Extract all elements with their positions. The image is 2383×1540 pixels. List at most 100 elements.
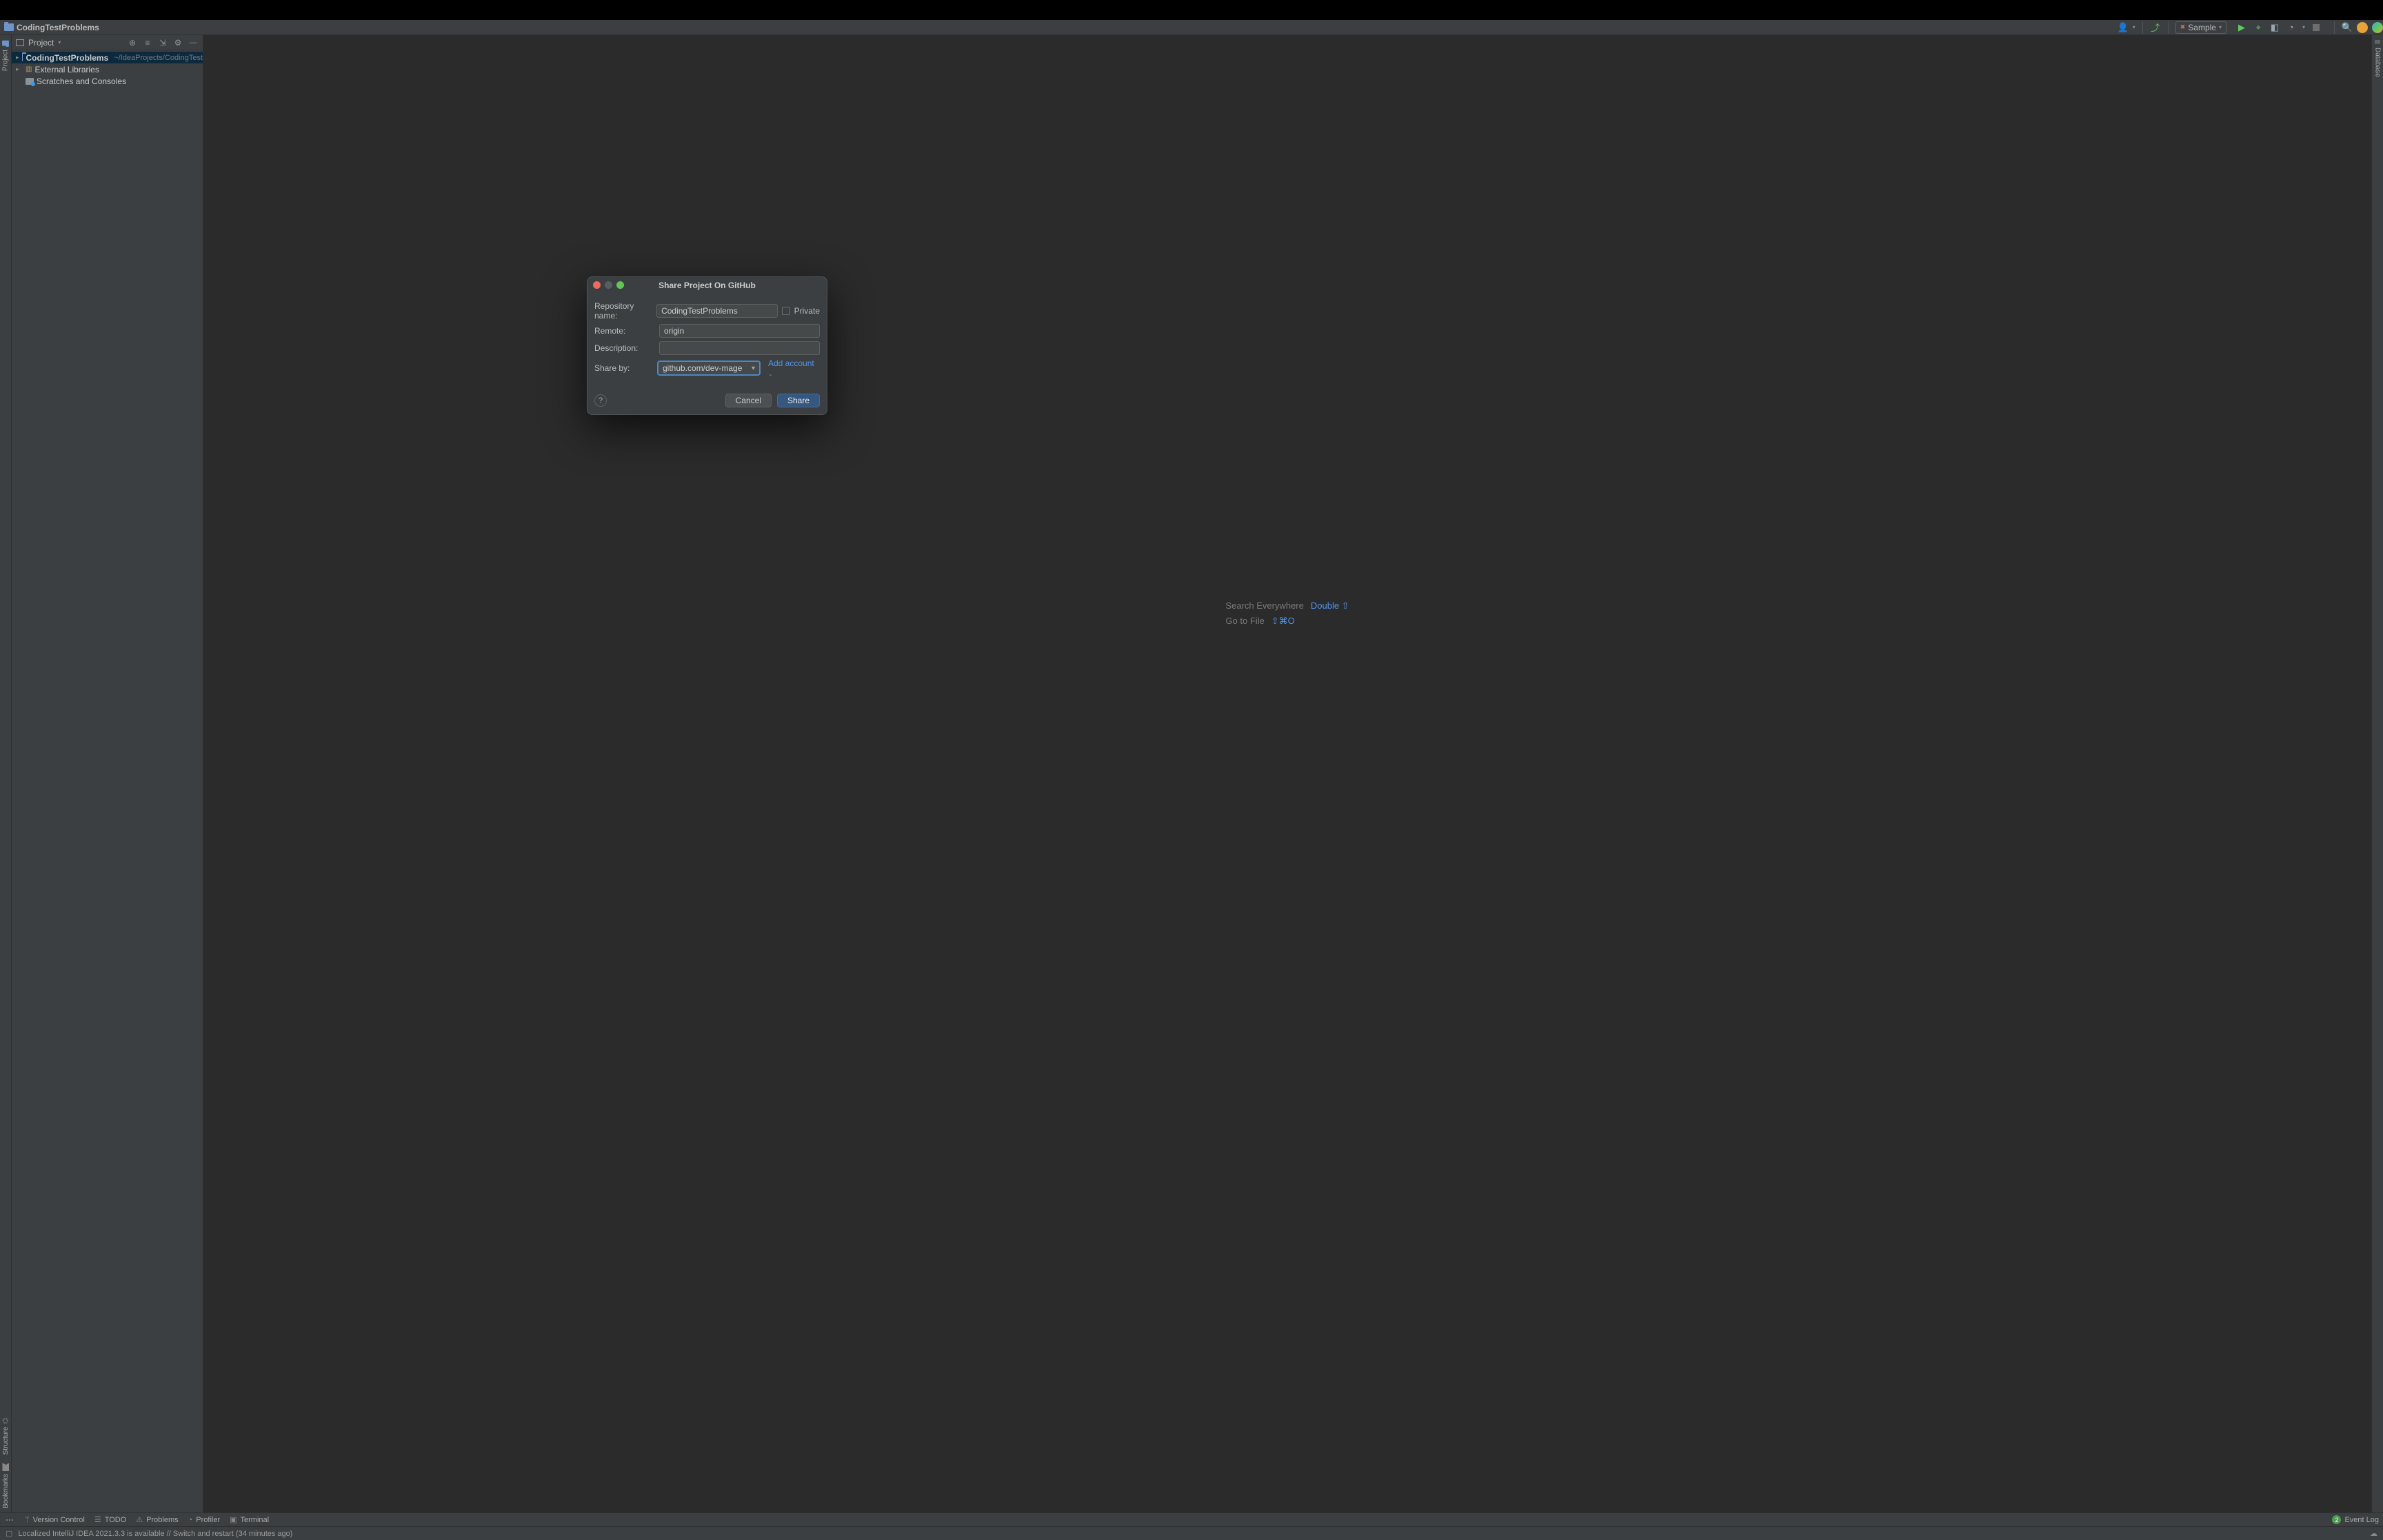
breadcrumb[interactable]: CodingTestProblems (0, 23, 99, 32)
profiler-run-icon[interactable]: ◔ (2286, 22, 2297, 33)
repo-name-input[interactable] (656, 304, 778, 318)
project-panel: Project ▾ ▸ CodingTestProblems ~/IdeaPro… (12, 35, 203, 1512)
breadcrumb-project: CodingTestProblems (17, 23, 99, 32)
database-icon (2374, 39, 2382, 45)
tree-node-path: ~/IdeaProjects/CodingTest (114, 54, 203, 62)
shareby-value: github.com/dev-mage (663, 363, 742, 373)
structure-tool-button[interactable]: Structure (2, 1414, 10, 1459)
project-tree: ▸ CodingTestProblems ~/IdeaProjects/Codi… (12, 50, 203, 88)
chevron-right-icon[interactable]: ▸ (16, 65, 23, 73)
private-label: Private (794, 306, 820, 316)
chevron-right-icon[interactable]: ▸ (16, 54, 19, 61)
search-icon[interactable]: 🔍 (2342, 22, 2353, 33)
dialog-overlay: Share Project On GitHub Repository name:… (203, 35, 2371, 1512)
add-account-link[interactable]: Add account ⌄ (768, 358, 820, 378)
invalid-config-icon: ✖ (2180, 23, 2186, 31)
tab-todo[interactable]: ☰ TODO (94, 1515, 126, 1524)
status-msg-icon[interactable]: ▢ (6, 1529, 12, 1538)
chevron-down-icon: ⌄ (768, 371, 773, 377)
editor-area: Search Everywhere Double ⇧ Go to File ⇧⌘… (203, 35, 2371, 1512)
description-input[interactable] (659, 341, 820, 355)
warning-icon: ⚠ (136, 1515, 143, 1524)
stop-icon[interactable] (2311, 22, 2322, 33)
ide-updates-icon[interactable] (2372, 22, 2383, 33)
share-button[interactable]: Share (777, 394, 820, 407)
status-bar: ▢ Localized IntelliJ IDEA 2021.3.3 is av… (0, 1526, 2383, 1540)
bookmarks-tool-button[interactable]: Bookmarks (2, 1459, 10, 1512)
run-icon[interactable]: ▶ (2236, 22, 2247, 33)
chevron-down-icon: ▾ (2219, 24, 2222, 30)
cancel-button[interactable]: Cancel (725, 394, 772, 407)
private-checkbox[interactable] (782, 307, 790, 315)
avatar-icon[interactable] (2357, 22, 2368, 33)
bookmark-icon (2, 1463, 9, 1471)
tree-root-node[interactable]: ▸ CodingTestProblems ~/IdeaProjects/Codi… (12, 52, 203, 63)
bottom-tool-tabs: ᛘ Version Control ☰ TODO ⚠ Problems ◔ Pr… (0, 1512, 2383, 1526)
separator (2142, 21, 2143, 34)
folder-icon (2, 41, 9, 46)
tree-scratches[interactable]: Scratches and Consoles (12, 75, 203, 87)
zoom-icon[interactable] (616, 281, 624, 289)
project-panel-header: Project ▾ (12, 35, 203, 50)
build-icon[interactable]: ⤴ (2150, 22, 2161, 33)
collapse-all-icon[interactable] (157, 37, 168, 48)
tab-profiler[interactable]: ◔ Profiler (188, 1516, 221, 1524)
structure-icon (2, 1418, 10, 1424)
tab-version-control[interactable]: ᛘ Version Control (25, 1516, 85, 1524)
folder-icon (22, 54, 23, 61)
tab-label: Profiler (196, 1516, 220, 1524)
gear-icon[interactable] (172, 37, 183, 48)
shareby-select[interactable]: github.com/dev-mage (658, 361, 760, 375)
close-icon[interactable] (593, 281, 601, 289)
debug-icon[interactable]: ⌖ (2253, 22, 2264, 33)
separator (2168, 21, 2169, 34)
tree-node-label: Scratches and Consoles (37, 77, 126, 86)
tab-label: TODO (105, 1516, 127, 1524)
bookmarks-tool-label: Bookmarks (2, 1474, 10, 1508)
chevron-down-icon[interactable]: ▾ (2302, 24, 2305, 30)
terminal-icon: ▣ (230, 1515, 237, 1524)
todo-icon: ☰ (94, 1515, 101, 1524)
branch-icon: ᛘ (25, 1516, 30, 1524)
dialog-titlebar[interactable]: Share Project On GitHub (587, 277, 827, 294)
right-gutter: Database (2371, 35, 2383, 1512)
description-label: Description: (594, 343, 655, 353)
repo-name-label: Repository name: (594, 301, 652, 321)
coverage-icon[interactable]: ◧ (2269, 22, 2280, 33)
project-tool-button[interactable]: Project (1, 35, 10, 75)
run-config-name: Sample (2188, 23, 2216, 32)
project-tool-label: Project (2, 50, 10, 71)
macos-titlebar-area (0, 0, 2383, 20)
tab-label: Terminal (241, 1516, 270, 1524)
main-panel: Project ▾ ▸ CodingTestProblems ~/IdeaPro… (12, 35, 2371, 1512)
hide-panel-icon[interactable] (188, 37, 199, 48)
tab-terminal[interactable]: ▣ Terminal (230, 1515, 269, 1524)
tree-external-libraries[interactable]: ▸ ▥ External Libraries (12, 63, 203, 75)
minimize-icon[interactable] (605, 281, 612, 289)
code-with-me-icon[interactable]: 👤 (2118, 22, 2129, 33)
chevron-down-icon[interactable]: ▾ (2133, 24, 2135, 30)
event-count-badge: 2 (2332, 1515, 2341, 1524)
status-right-icon[interactable]: ☁ (2370, 1529, 2377, 1538)
run-config-selector[interactable]: ✖ Sample ▾ (2175, 21, 2226, 34)
tab-event-log[interactable]: 2 Event Log (2332, 1515, 2379, 1524)
window-controls (593, 281, 624, 289)
locate-icon[interactable] (127, 37, 138, 48)
dialog-footer: ? Cancel Share (587, 388, 827, 414)
chevron-down-icon[interactable]: ▾ (58, 39, 61, 45)
project-panel-title[interactable]: Project (28, 38, 54, 48)
expand-all-icon[interactable] (142, 37, 153, 48)
tree-node-label: CodingTestProblems (26, 53, 108, 63)
tab-problems[interactable]: ⚠ Problems (136, 1515, 178, 1524)
share-github-dialog: Share Project On GitHub Repository name:… (587, 276, 827, 415)
database-tool-button[interactable]: Database (2374, 35, 2382, 81)
top-toolbar: CodingTestProblems 👤 ▾ ⤴ ✖ Sample ▾ ▶ ⌖ … (0, 20, 2383, 35)
library-icon: ▥ (26, 65, 32, 73)
status-message[interactable]: Localized IntelliJ IDEA 2021.3.3 is avai… (18, 1530, 292, 1538)
tree-node-label: External Libraries (34, 65, 99, 74)
tool-window-bars-icon[interactable] (4, 1514, 15, 1526)
database-tool-label: Database (2374, 48, 2382, 77)
help-button[interactable]: ? (594, 394, 607, 407)
left-gutter: Project Structure Bookmarks (0, 35, 12, 1512)
remote-input[interactable] (659, 324, 820, 338)
